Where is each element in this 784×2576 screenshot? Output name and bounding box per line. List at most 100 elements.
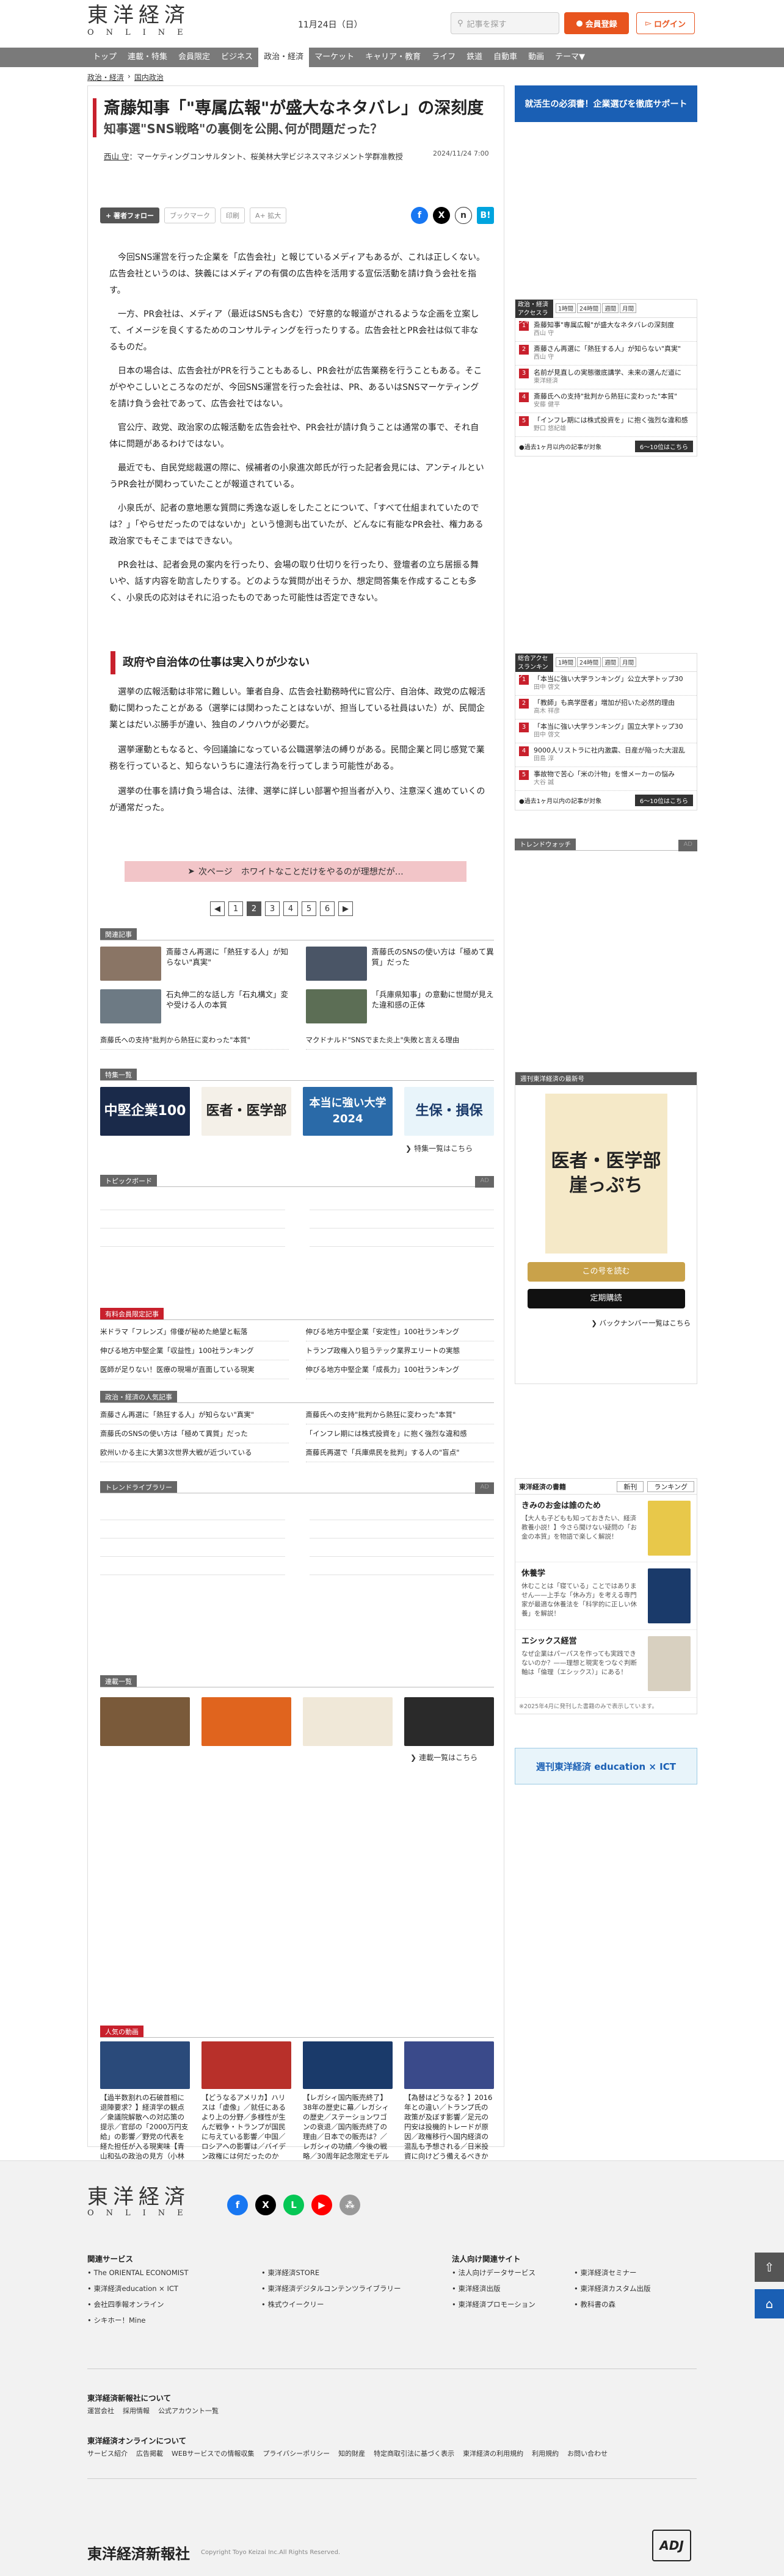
footer-link[interactable]: お問い合わせ: [567, 2448, 608, 2460]
footer-link[interactable]: 東洋経済の利用規約: [463, 2448, 523, 2460]
ranking-tab[interactable]: 月間: [620, 303, 637, 313]
nav-item[interactable]: キャリア・教育: [360, 48, 426, 67]
footer-link[interactable]: • 東洋経済STORE: [261, 2265, 401, 2281]
backnumber-link[interactable]: ❯ バックナンバー一覧はこちら: [521, 1318, 691, 1328]
ranking-tab[interactable]: 1時間: [556, 303, 576, 313]
related-item[interactable]: 斎藤氏のSNSの使い方は「極めて異質」だった: [305, 947, 495, 981]
back-to-top-icon[interactable]: ⇧: [755, 2253, 784, 2282]
next-page-icon[interactable]: ▶: [338, 901, 353, 916]
ranking-item[interactable]: 4 9000人リストラに社内激震、日産が陥った大混乱 田島 淳: [515, 743, 697, 767]
job-banner[interactable]: 就活生の必須書！企業選びを徹底サポート: [515, 85, 697, 122]
series-item[interactable]: [303, 1697, 393, 1746]
footer-link[interactable]: 公式アカウント一覧: [158, 2405, 219, 2417]
series-item[interactable]: [100, 1697, 190, 1746]
series-item[interactable]: [201, 1697, 291, 1746]
footer-logo[interactable]: 東洋経済 ONLINE: [87, 2185, 195, 2218]
ranking-tab[interactable]: 週間: [602, 303, 619, 313]
nav-item[interactable]: ビジネス: [216, 48, 258, 67]
ranking-tab[interactable]: 月間: [620, 657, 637, 667]
zoom-button[interactable]: A+ 拡大: [250, 207, 287, 223]
special-item[interactable]: 中堅企業100: [100, 1087, 190, 1136]
footer-link[interactable]: • 東洋経済プロモーション: [452, 2296, 535, 2312]
popular-item[interactable]: 【レガシィ国内販売終了】38年の歴史に幕／レガシィの歴史／ステーションワゴンの衰…: [303, 2041, 393, 2181]
print-button[interactable]: 印刷: [220, 207, 245, 223]
x-icon[interactable]: X: [255, 2195, 276, 2215]
breadcrumb-link[interactable]: 政治・経済: [87, 72, 124, 82]
footer-link[interactable]: サービス紹介: [87, 2448, 128, 2460]
footer-link[interactable]: 広告掲載: [136, 2448, 163, 2460]
page-link[interactable]: 1: [228, 901, 243, 916]
nav-item[interactable]: トップ: [87, 48, 122, 67]
related-text-link[interactable]: マクドナルド"SNSでまた炎上"失敗と言える理由: [305, 1031, 494, 1050]
members-item[interactable]: 伸びる地方中堅企業「成長力」100社ランキング: [305, 1360, 494, 1379]
series-more-link[interactable]: ❯ 連載一覧はこちら: [410, 1752, 477, 1762]
popular-item[interactable]: 【為替はどうなる？】2016年との違い／トランプ氏の政策が及ぼす影響／足元の円安…: [404, 2041, 494, 2181]
footer-link[interactable]: • The ORIENTAL ECONOMIST: [87, 2265, 189, 2281]
rss-icon[interactable]: ⁂: [339, 2195, 360, 2215]
members-item[interactable]: 伸びる地方中堅企業「収益性」100社ランキング: [100, 1341, 289, 1360]
special-more-link[interactable]: ❯ 特集一覧はこちら: [405, 1143, 473, 1153]
education-ict-banner[interactable]: 週刊東洋経済 education × ICT: [515, 1748, 697, 1784]
nav-item[interactable]: ライフ: [426, 48, 461, 67]
follow-author-button[interactable]: + 著者フォロー: [100, 207, 160, 223]
ranking-tab[interactable]: 週間: [602, 657, 619, 667]
footer-link[interactable]: • 株式ウイークリー: [261, 2296, 401, 2312]
nav-item[interactable]: マーケット: [309, 48, 360, 67]
category-pop-item[interactable]: 斎藤氏への支持"批判から熱狂に変わった"本質": [305, 1405, 494, 1424]
books-tab[interactable]: ランキング: [647, 1481, 694, 1492]
line-icon[interactable]: L: [283, 2195, 304, 2215]
next-page-button[interactable]: ➤ 次ページ ホワイトなことだけをやるのが理想だが…: [125, 861, 466, 882]
footer-link[interactable]: 特定商取引法に基づく表示: [374, 2448, 454, 2460]
footer-link[interactable]: 運営会社: [87, 2405, 114, 2417]
author-name[interactable]: 西山 守: [104, 152, 129, 161]
ranking-item[interactable]: 2 斎藤さん再選に「熱狂する人」が知らない"真実" 西山 守: [515, 342, 697, 366]
category-pop-item[interactable]: 斎藤氏のSNSの使い方は「極めて異質」だった: [100, 1424, 289, 1443]
special-item[interactable]: 生保・損保: [404, 1087, 494, 1136]
page-link[interactable]: 3: [265, 901, 280, 916]
youtube-icon[interactable]: ▶: [311, 2195, 332, 2215]
ranking-tab[interactable]: 1時間: [556, 657, 576, 667]
page-link[interactable]: 6: [320, 901, 335, 916]
ranking-item[interactable]: 1斎藤知事"専属広報"が盛大なネタバレの深刻度西山 守: [515, 318, 697, 342]
ranking-more-button[interactable]: 6～10位はこちら: [634, 441, 693, 452]
related-item[interactable]: 斎藤さん再選に「熱狂する人」が知らない"真実": [100, 947, 289, 981]
related-item[interactable]: 「兵庫県知事」の意動に世間が見えた違和感の正体: [305, 989, 495, 1023]
nav-item[interactable]: 鉄道: [461, 48, 488, 67]
category-pop-item[interactable]: 欧州いかる主に大第3次世界大戦が近づいている: [100, 1443, 289, 1462]
footer-link[interactable]: • シキホー！Mine: [87, 2312, 189, 2328]
ranking-item[interactable]: 2 「教師」も高学歴者」増加が招いた必然的理由 高木 祥彦: [515, 696, 697, 720]
magazine-cover[interactable]: 医者・医学部 崖っぷち: [545, 1094, 667, 1254]
category-pop-item[interactable]: 「インフレ期には株式投資を」に抱く強烈な違和感: [305, 1424, 494, 1443]
hatena-icon[interactable]: B!: [477, 207, 494, 224]
ranking-item[interactable]: 3 名前が見直しの実態徹底講学、未来の選んだ道に 東洋経済: [515, 366, 697, 389]
ranking-item[interactable]: 1 「本当に強い大学ランキング」公立大学トップ30 田中 啓文: [515, 672, 697, 696]
footer-link[interactable]: • 東洋経済カスタム出版: [574, 2281, 650, 2296]
related-item[interactable]: 石丸伸二的な話し方「石丸構文」変や受ける人の本質: [100, 989, 289, 1023]
nav-item[interactable]: 自動車: [488, 48, 523, 67]
book-item[interactable]: 休養学 休むことは「寝ている」ことではありません——上手な「休み方」を考える専門家…: [515, 1562, 697, 1630]
special-item[interactable]: 医者・医学部: [201, 1087, 291, 1136]
footer-link[interactable]: 採用情報: [123, 2405, 150, 2417]
search-input[interactable]: ⚲ 記事を探す: [451, 12, 559, 34]
footer-link[interactable]: WEBサービスでの情報収集: [172, 2448, 254, 2460]
breadcrumb-link[interactable]: 国内政治: [134, 72, 164, 82]
nav-item[interactable]: 会員限定: [173, 48, 216, 67]
page-link[interactable]: 4: [283, 901, 298, 916]
home-icon[interactable]: ⌂: [755, 2289, 784, 2318]
ranking-item[interactable]: 5 「インフレ期には株式投資を」に抱く強烈な違和感 野口 悠紀雄: [515, 413, 697, 437]
footer-link[interactable]: 知的財産: [338, 2448, 365, 2460]
footer-link[interactable]: • 東洋経済セミナー: [574, 2265, 650, 2281]
related-text-link[interactable]: 斎藤氏への支持"批判から熱狂に変わった"本質": [100, 1031, 289, 1050]
footer-link[interactable]: • 法人向けデータサービス: [452, 2265, 535, 2281]
members-item[interactable]: 伸びる地方中堅企業「安定性」100社ランキング: [305, 1322, 494, 1341]
footer-link[interactable]: プライバシーポリシー: [263, 2448, 330, 2460]
ranking-tab[interactable]: 24時間: [577, 657, 601, 667]
note-icon[interactable]: n: [455, 207, 472, 224]
footer-link[interactable]: • 東洋経済デジタルコンテンツライブラリー: [261, 2281, 401, 2296]
book-item[interactable]: きみのお金は誰のため 【大人も子どもも知っておきたい、経済教養小説！】今さら聞けな…: [515, 1495, 697, 1562]
login-button[interactable]: ▻ ログイン: [636, 12, 695, 34]
ranking-tab[interactable]: 24時間: [577, 303, 601, 313]
footer-link[interactable]: • 東洋経済education × ICT: [87, 2281, 189, 2296]
members-item[interactable]: トランプ政権入り狙うテック業界エリートの実態: [305, 1341, 494, 1360]
bookmark-button[interactable]: ブックマーク: [164, 207, 216, 223]
